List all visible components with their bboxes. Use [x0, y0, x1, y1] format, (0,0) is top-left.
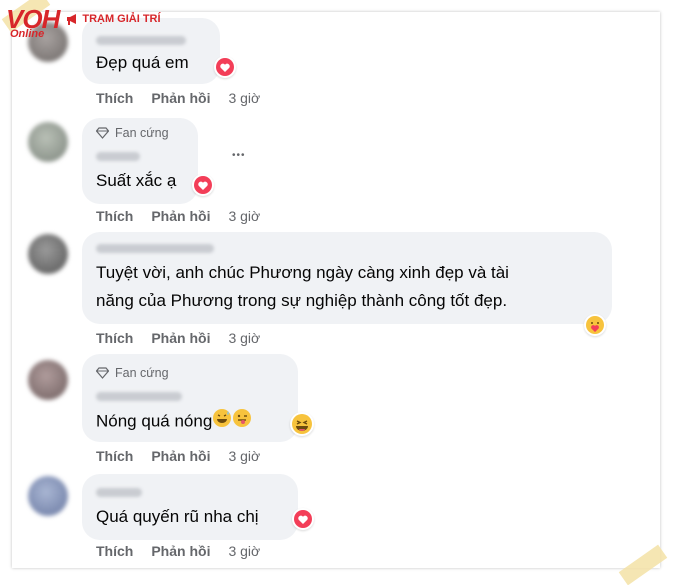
logo-sub: Online	[10, 28, 45, 40]
grinning-sweat-emoji-icon	[212, 408, 232, 436]
haha-icon[interactable]	[290, 412, 314, 436]
like-button[interactable]: Thích	[96, 448, 133, 464]
like-button[interactable]: Thích	[96, 90, 133, 106]
timestamp[interactable]: 3 giờ	[228, 330, 260, 346]
comment-text: Đẹp quá em	[96, 53, 189, 72]
heart-icon[interactable]	[214, 56, 236, 78]
winking-tongue-emoji-icon	[232, 408, 252, 436]
avatar[interactable]	[28, 122, 68, 162]
reply-button[interactable]: Phản hồi	[151, 208, 210, 224]
reply-button[interactable]: Phản hồi	[151, 90, 210, 106]
badge-label: Fan cứng	[115, 366, 169, 380]
timestamp[interactable]: 3 giờ	[228, 90, 260, 106]
avatar[interactable]	[28, 234, 68, 274]
author-name-blurred[interactable]	[96, 244, 214, 253]
avatar[interactable]	[28, 360, 68, 400]
timestamp[interactable]: 3 giờ	[228, 543, 260, 559]
voh-logo: VOH Online TRẠM GIẢI TRÍ	[6, 6, 161, 40]
reply-button[interactable]: Phản hồi	[151, 330, 210, 346]
comment-text: Quá quyến rũ nha chị	[96, 507, 259, 526]
timestamp[interactable]: 3 giờ	[228, 448, 260, 464]
reply-button[interactable]: Phản hồi	[151, 448, 210, 464]
author-name-blurred[interactable]	[96, 152, 140, 161]
fan-badge: Fan cứng	[96, 126, 169, 140]
logo-channel-text: TRẠM GIẢI TRÍ	[82, 13, 161, 25]
avatar[interactable]	[28, 476, 68, 516]
comment-text: Nóng quá nóng	[96, 408, 252, 436]
comment-actions: Thích Phản hồi 3 giờ	[96, 543, 260, 559]
like-button[interactable]: Thích	[96, 330, 133, 346]
comment-text-line-2: năng của Phương trong sự nghiệp thành cô…	[96, 291, 508, 310]
comment-text: Suất xắc ạ	[96, 171, 177, 190]
heart-icon[interactable]	[292, 508, 314, 530]
author-name-blurred[interactable]	[96, 36, 186, 45]
like-button[interactable]: Thích	[96, 543, 133, 559]
timestamp[interactable]: 3 giờ	[228, 208, 260, 224]
comment-actions: Thích Phản hồi 3 giờ	[96, 208, 260, 224]
megaphone-icon	[67, 14, 77, 25]
heart-icon[interactable]	[192, 174, 214, 196]
logo-channel: TRẠM GIẢI TRÍ	[65, 12, 161, 26]
diamond-icon	[96, 127, 109, 139]
care-icon[interactable]	[584, 314, 606, 336]
comment-actions: Thích Phản hồi 3 giờ	[96, 448, 260, 464]
fan-badge: Fan cứng	[96, 366, 169, 380]
like-button[interactable]: Thích	[96, 208, 133, 224]
comment-text-line-1: Tuyệt vời, anh chúc Phương ngày càng xin…	[96, 263, 509, 282]
diamond-icon	[96, 367, 109, 379]
more-options-icon[interactable]: •••	[232, 150, 246, 161]
author-name-blurred[interactable]	[96, 488, 142, 497]
badge-label: Fan cứng	[115, 126, 169, 140]
comment-actions: Thích Phản hồi 3 giờ	[96, 90, 260, 106]
author-name-blurred[interactable]	[96, 392, 182, 401]
comment-actions: Thích Phản hồi 3 giờ	[96, 330, 260, 346]
reply-button[interactable]: Phản hồi	[151, 543, 210, 559]
comment-text-content: Nóng quá nóng	[96, 411, 213, 431]
